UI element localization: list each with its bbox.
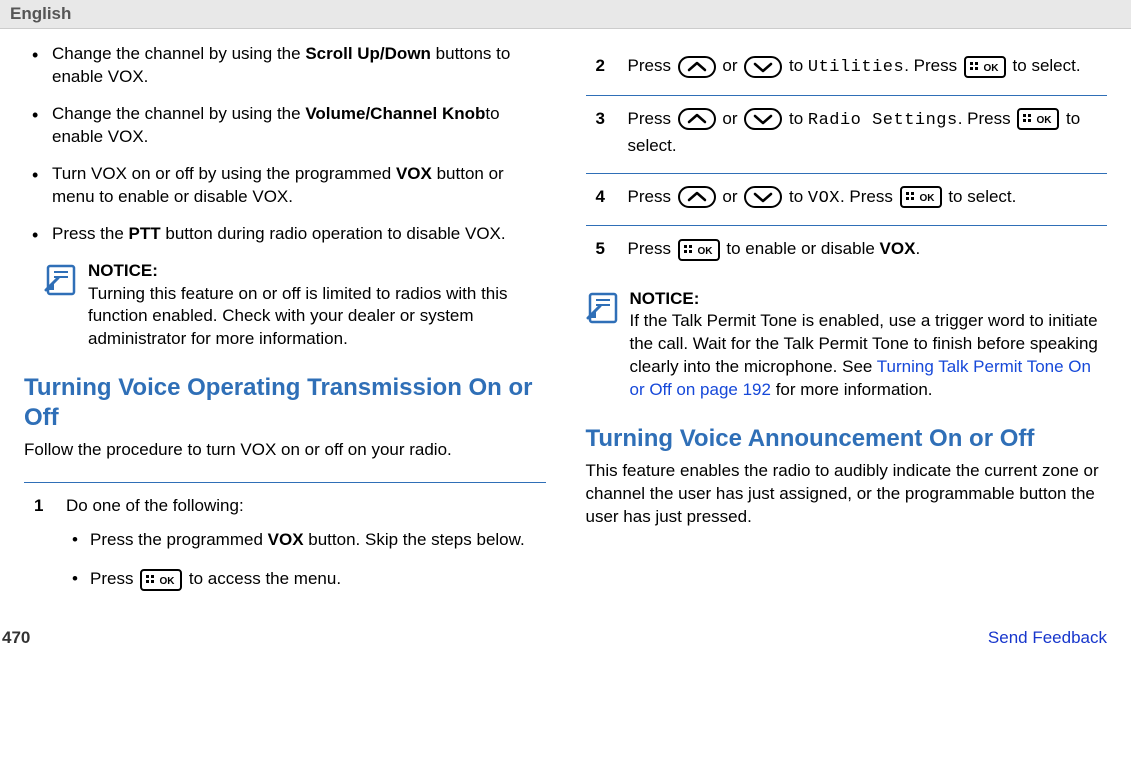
step-3: 3 Press or to Radio Settings. Press to s… — [586, 96, 1108, 174]
page-number: 470 — [2, 628, 30, 648]
notice-left: NOTICE: Turning this feature on or off i… — [44, 260, 546, 352]
down-button-icon — [744, 56, 782, 78]
notice-icon — [586, 288, 620, 326]
menu-utilities: Utilities — [808, 58, 904, 77]
header-language: English — [0, 0, 1131, 29]
notice-right: NOTICE: If the Talk Permit Tone is enabl… — [586, 288, 1108, 403]
sub-menu: Press to access the menu. — [66, 566, 546, 592]
step-1-container: 1 Do one of the following: Press the pro… — [24, 482, 546, 620]
step-1-text: Do one of the following: — [66, 493, 546, 519]
menu-vox: VOX — [808, 189, 840, 208]
step-5: 5 Press to enable or disable VOX. — [586, 226, 1108, 276]
section-title-vox: Turning Voice Operating Transmission On … — [24, 373, 546, 433]
ok-button-icon — [964, 56, 1006, 78]
notice-icon — [44, 260, 78, 298]
notice-title: NOTICE: — [630, 288, 1108, 311]
notice-title: NOTICE: — [88, 260, 546, 283]
step-1-sub: Press the programmed VOX button. Skip th… — [66, 527, 546, 592]
step-1: 1 Do one of the following: Press the pro… — [24, 482, 546, 620]
footer: 470 Send Feedback — [0, 620, 1131, 656]
notice-text: Turning this feature on or off is limite… — [88, 283, 546, 352]
ok-button-icon — [1017, 108, 1059, 130]
send-feedback-link[interactable]: Send Feedback — [988, 628, 1107, 648]
down-button-icon — [744, 108, 782, 130]
bullet-ptt: Press the PTT button during radio operat… — [24, 223, 546, 246]
down-button-icon — [744, 186, 782, 208]
bullet-volume-knob: Change the channel by using the Volume/C… — [24, 103, 546, 149]
up-button-icon — [678, 186, 716, 208]
vox-bullets: Change the channel by using the Scroll U… — [24, 43, 546, 246]
notice-text: If the Talk Permit Tone is enabled, use … — [630, 310, 1108, 402]
ok-button-icon — [140, 569, 182, 591]
ok-button-icon — [678, 239, 720, 261]
menu-radio-settings: Radio Settings — [808, 111, 958, 130]
section-intro-voice-announcement: This feature enables the radio to audibl… — [586, 460, 1108, 529]
bullet-scroll: Change the channel by using the Scroll U… — [24, 43, 546, 89]
up-button-icon — [678, 108, 716, 130]
left-column: Change the channel by using the Scroll U… — [24, 43, 546, 620]
sub-vox-button: Press the programmed VOX button. Skip th… — [66, 527, 546, 553]
section-intro-vox: Follow the procedure to turn VOX on or o… — [24, 439, 546, 462]
right-column: 2 Press or to Utilities. Press to select… — [586, 43, 1108, 620]
ok-button-icon — [900, 186, 942, 208]
bullet-vox-button: Turn VOX on or off by using the programm… — [24, 163, 546, 209]
section-title-voice-announcement: Turning Voice Announcement On or Off — [586, 424, 1108, 454]
step-4: 4 Press or to VOX. Press to select. — [586, 174, 1108, 227]
step-2: 2 Press or to Utilities. Press to select… — [586, 43, 1108, 96]
steps-right: 2 Press or to Utilities. Press to select… — [586, 43, 1108, 276]
up-button-icon — [678, 56, 716, 78]
page-content: Change the channel by using the Scroll U… — [0, 29, 1131, 620]
